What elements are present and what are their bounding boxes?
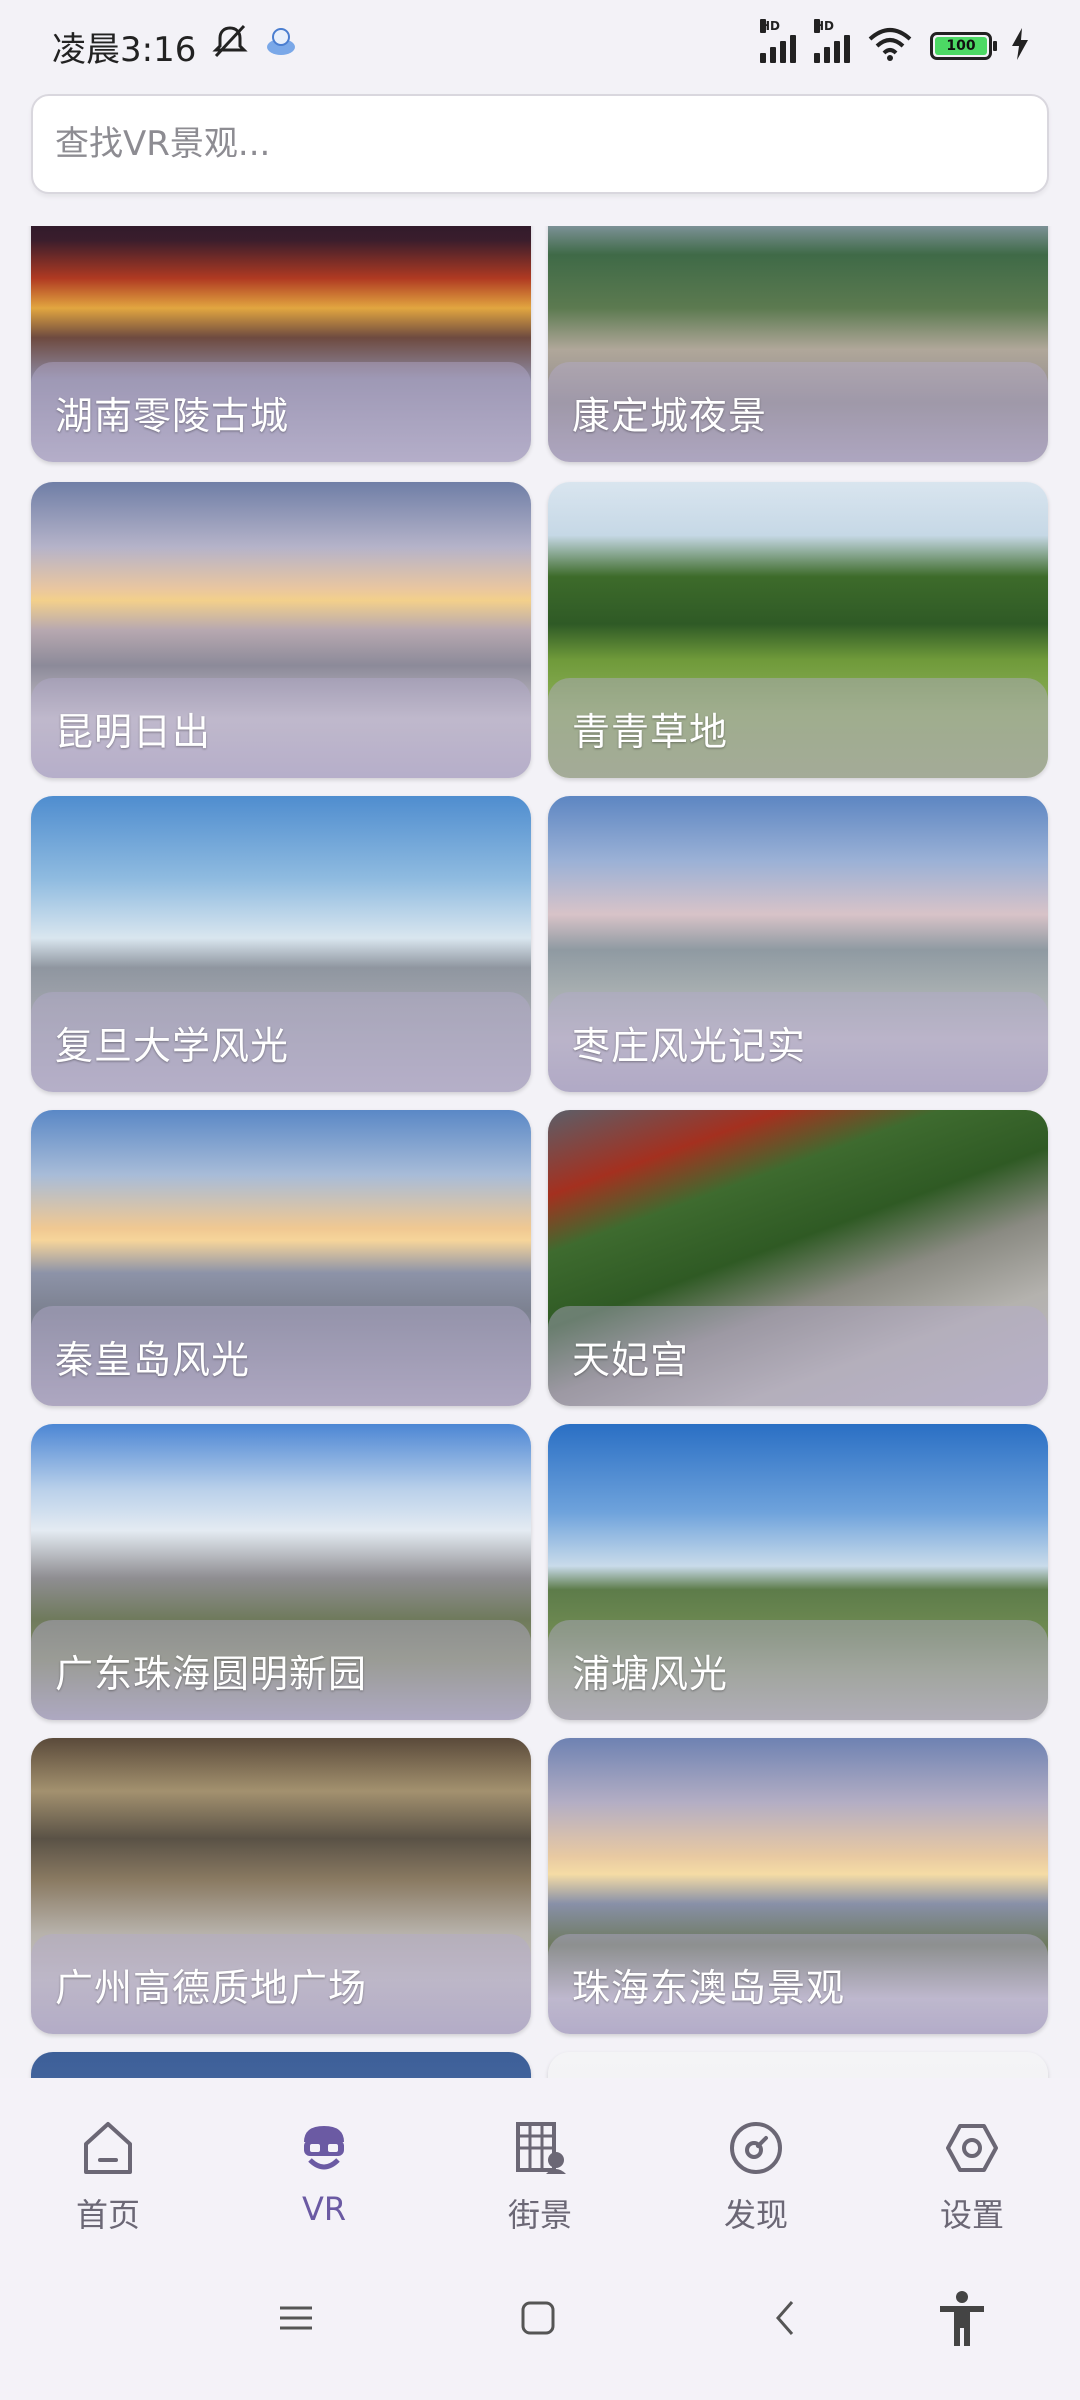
search-box[interactable] xyxy=(31,94,1049,194)
search-input[interactable] xyxy=(53,123,1047,165)
home-button-icon[interactable] xyxy=(518,2298,558,2342)
nav-label: 设置 xyxy=(939,2196,1004,2234)
compass-icon xyxy=(730,2122,782,2174)
scenery-title: 湖南零陵古城 xyxy=(55,393,290,438)
scenery-photo xyxy=(31,2052,531,2078)
app-notification-icon xyxy=(264,25,298,68)
settings-icon xyxy=(946,2124,998,2172)
nav-label: 街景 xyxy=(507,2196,572,2234)
scenery-card[interactable]: 康定城夜景 xyxy=(548,226,1048,462)
scenery-title: 昆明日出 xyxy=(55,709,212,754)
menu-icon[interactable] xyxy=(276,2298,316,2342)
scenery-title: 珠海东澳岛景观 xyxy=(572,1965,846,2010)
nav-discover[interactable]: 发现 xyxy=(666,2078,846,2236)
scenery-card[interactable]: 广州高德质地广场 xyxy=(31,1738,531,2034)
scenery-card-partial[interactable] xyxy=(548,2052,1048,2078)
system-navigation-bar xyxy=(0,2258,1080,2400)
scenery-card[interactable]: 昆明日出 xyxy=(31,482,531,778)
scenery-grid[interactable]: 湖南零陵古城 康定城夜景 昆明日出 青青草地 复旦大学风光 枣庄风光记实 秦皇岛… xyxy=(0,226,1080,2078)
mute-icon xyxy=(210,24,250,69)
street-view-icon xyxy=(516,2122,566,2174)
scenery-card[interactable]: 广东珠海圆明新园 xyxy=(31,1424,531,1720)
cellular-signal-icon: HD xyxy=(760,19,796,63)
scenery-title: 枣庄风光记实 xyxy=(572,1023,807,1068)
nav-label: VR xyxy=(301,2190,347,2228)
scenery-title: 广州高德质地广场 xyxy=(55,1965,368,2010)
battery-level: 100 xyxy=(935,37,987,55)
scenery-card[interactable]: 湖南零陵古城 xyxy=(31,226,531,462)
nav-settings[interactable]: 设置 xyxy=(882,2078,1062,2236)
scenery-photo xyxy=(548,2052,1048,2078)
wifi-icon xyxy=(868,27,912,65)
scenery-title: 天妃宫 xyxy=(572,1337,690,1382)
nav-street-view[interactable]: 街景 xyxy=(450,2078,630,2236)
scenery-card[interactable]: 天妃宫 xyxy=(548,1110,1048,1406)
nav-label: 发现 xyxy=(723,2196,788,2234)
status-time: 凌晨3:16 xyxy=(52,29,197,70)
nav-vr[interactable]: VR xyxy=(234,2078,414,2228)
scenery-card-partial[interactable] xyxy=(31,2052,531,2078)
nav-home[interactable]: 首页 xyxy=(18,2078,198,2236)
back-icon[interactable] xyxy=(766,2298,806,2342)
bottom-navigation: 首页 VR 街景 发现 设置 xyxy=(0,2078,1080,2258)
scenery-title: 广东珠海圆明新园 xyxy=(55,1651,368,1696)
battery-icon: 100 xyxy=(930,32,997,60)
scenery-title: 秦皇岛风光 xyxy=(55,1337,251,1382)
accessibility-icon[interactable] xyxy=(936,2290,988,2352)
scenery-title: 康定城夜景 xyxy=(572,393,768,438)
scenery-card[interactable]: 秦皇岛风光 xyxy=(31,1110,531,1406)
home-icon xyxy=(84,2122,132,2174)
scenery-title: 青青草地 xyxy=(572,709,729,754)
scenery-card[interactable]: 珠海东澳岛景观 xyxy=(548,1738,1048,2034)
status-bar: 凌晨3:16 HD HD 100 xyxy=(0,0,1080,92)
scenery-card[interactable]: 浦塘风光 xyxy=(548,1424,1048,1720)
nav-label: 首页 xyxy=(75,2196,140,2234)
scenery-title: 复旦大学风光 xyxy=(55,1023,290,1068)
cellular-signal-icon-2: HD xyxy=(814,19,850,63)
charging-icon xyxy=(1010,28,1030,64)
vr-icon xyxy=(304,2126,344,2170)
scenery-card[interactable]: 青青草地 xyxy=(548,482,1048,778)
scenery-title: 浦塘风光 xyxy=(572,1651,729,1696)
scenery-card[interactable]: 枣庄风光记实 xyxy=(548,796,1048,1092)
scenery-card[interactable]: 复旦大学风光 xyxy=(31,796,531,1092)
